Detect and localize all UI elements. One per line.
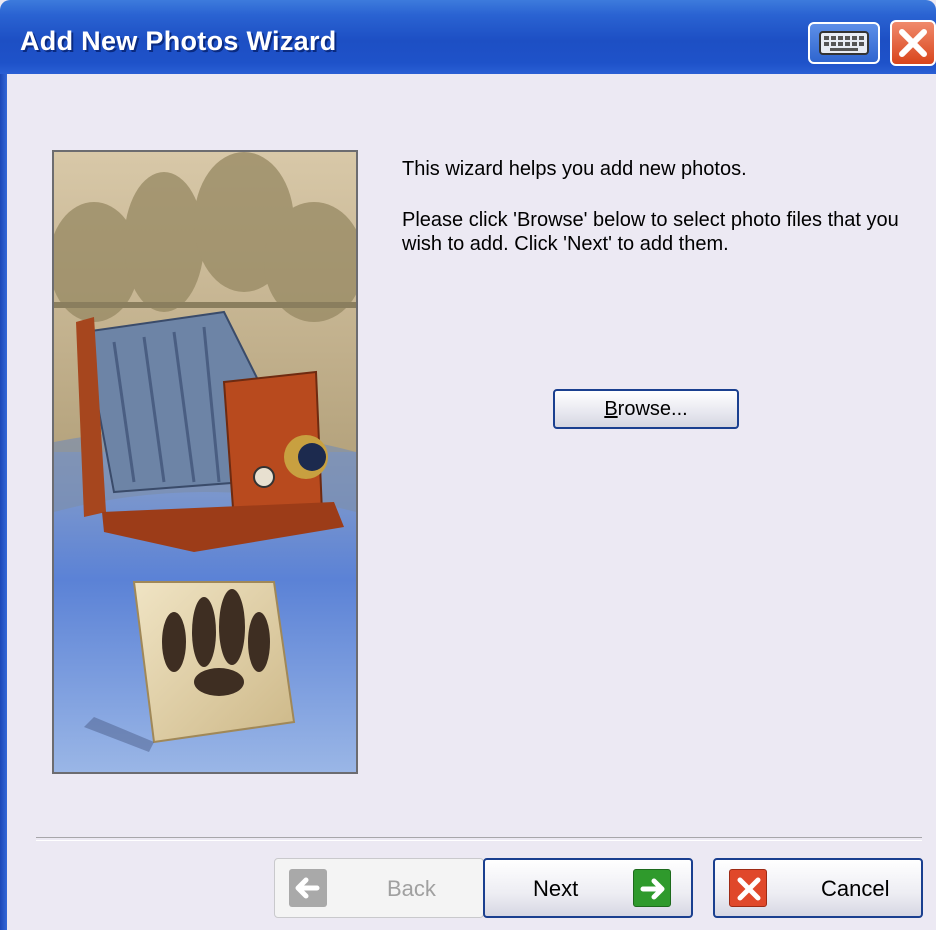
- browse-label: rowse...: [617, 397, 688, 420]
- keyboard-button[interactable]: [808, 22, 880, 64]
- window-close-button[interactable]: [890, 20, 936, 66]
- back-label: Back: [387, 876, 436, 901]
- wizard-window: Add New Photos Wizard This wizard helps …: [0, 0, 936, 930]
- close-icon: [899, 29, 927, 57]
- footer-separator: [36, 837, 922, 841]
- keyboard-icon: [819, 31, 869, 55]
- close-icon: [729, 869, 767, 907]
- browse-button[interactable]: Browse...: [553, 389, 739, 429]
- back-button[interactable]: Back: [274, 858, 484, 918]
- next-label: Next: [533, 876, 579, 901]
- intro-text: This wizard helps you add new photos.: [402, 158, 747, 180]
- cancel-label: Cancel: [821, 876, 890, 901]
- title-bar: Add New Photos Wizard: [0, 0, 936, 74]
- window-title: Add New Photos Wizard: [20, 26, 337, 56]
- wizard-banner-image: [52, 150, 358, 774]
- arrow-right-icon: [633, 869, 671, 907]
- instructions-text: Please click 'Browse' below to select ph…: [402, 209, 899, 255]
- cancel-button[interactable]: Cancel: [713, 858, 923, 918]
- next-button[interactable]: Next: [483, 858, 693, 918]
- browse-mnemonic: B: [604, 397, 618, 420]
- arrow-left-icon: [289, 869, 327, 907]
- window-left-border: [0, 74, 7, 930]
